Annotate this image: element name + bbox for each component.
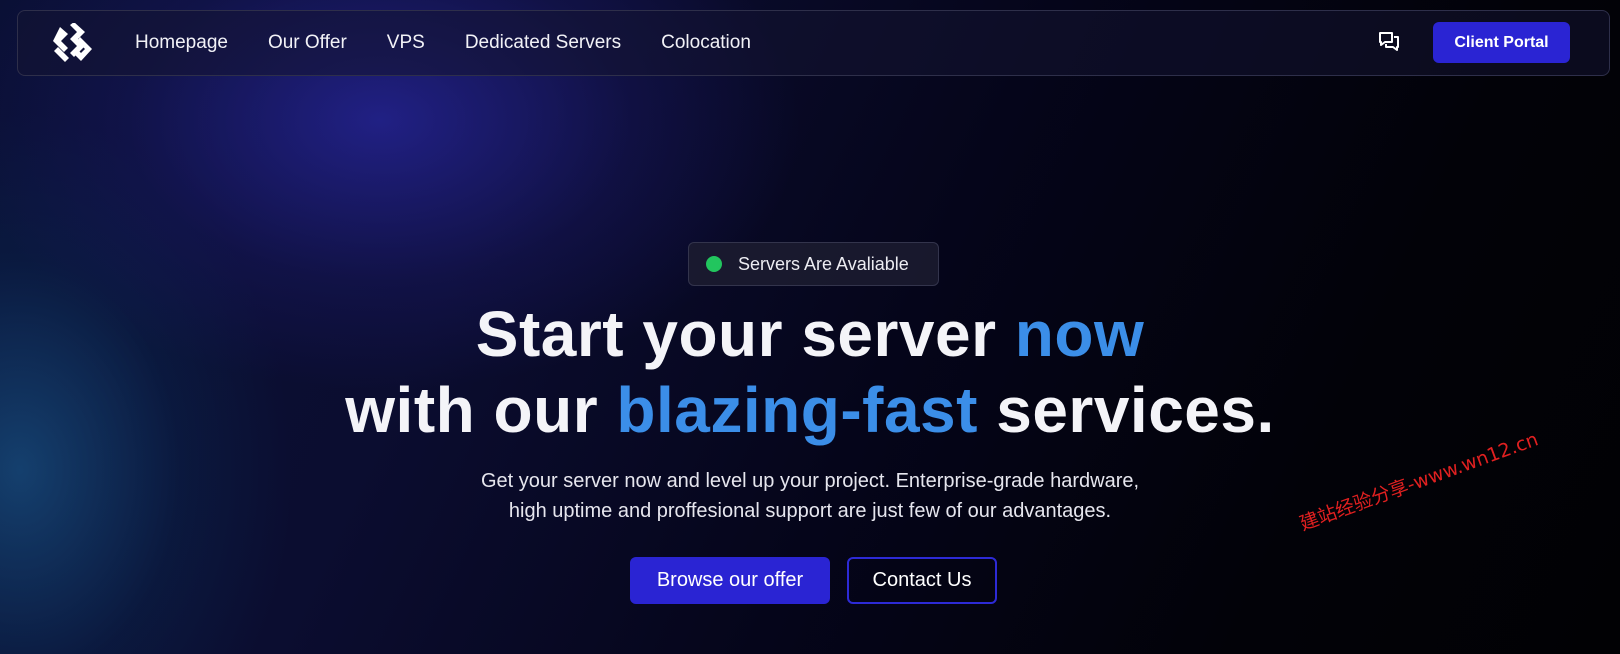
status-badge: Servers Are Avaliable <box>688 242 939 286</box>
nav-link-colocation[interactable]: Colocation <box>661 32 751 54</box>
client-portal-button[interactable]: Client Portal <box>1433 22 1570 63</box>
hero-title: Start your server now with our blazing-f… <box>0 296 1620 448</box>
hero-title-line1: Start your server now <box>475 298 1145 370</box>
status-text: Servers Are Avaliable <box>738 253 909 274</box>
contact-us-button[interactable]: Contact Us <box>847 557 997 604</box>
hero-title-line2: with our blazing-fast services. <box>345 374 1275 446</box>
browse-offer-button[interactable]: Browse our offer <box>630 557 830 604</box>
top-navbar: Homepage Our Offer VPS Dedicated Servers… <box>17 10 1610 76</box>
chat-bubbles-icon[interactable] <box>1378 31 1400 53</box>
status-online-dot-icon <box>706 256 722 272</box>
hero-title-accent-now: now <box>1014 298 1145 370</box>
nav-link-dedicated-servers[interactable]: Dedicated Servers <box>465 32 621 54</box>
nav-link-vps[interactable]: VPS <box>387 32 425 54</box>
nav-link-homepage[interactable]: Homepage <box>135 32 228 54</box>
nav-link-our-offer[interactable]: Our Offer <box>268 32 347 54</box>
nav-links: Homepage Our Offer VPS Dedicated Servers… <box>135 11 751 75</box>
brand-logo-icon[interactable] <box>50 23 96 65</box>
hero-title-accent-blazing-fast: blazing-fast <box>616 374 978 446</box>
